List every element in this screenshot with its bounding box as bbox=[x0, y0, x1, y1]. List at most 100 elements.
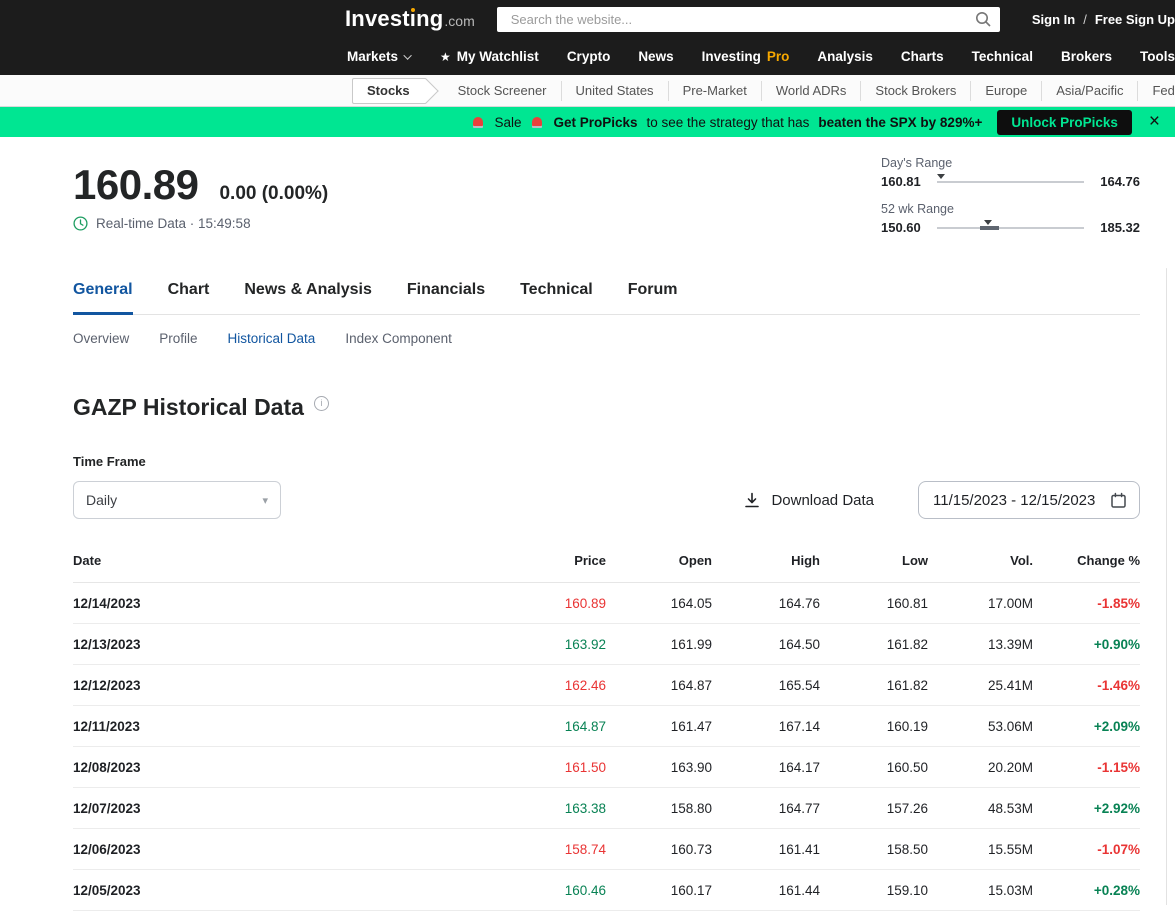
subnav-item-asia-pacific[interactable]: Asia/Pacific bbox=[1041, 81, 1137, 101]
nav-item-news[interactable]: News bbox=[624, 49, 687, 64]
cell-high: 167.14 bbox=[712, 719, 820, 734]
cell-chgp: -1.85% bbox=[1033, 596, 1140, 611]
column-header-price: Price bbox=[496, 553, 606, 568]
nav-item-label: News bbox=[638, 49, 673, 64]
cell-open: 161.99 bbox=[606, 637, 712, 652]
unlock-propicks-button[interactable]: Unlock ProPicks bbox=[997, 110, 1132, 135]
site-header: Investıng .com Sign In / Free Sign Up Ma… bbox=[0, 0, 1175, 75]
siren-icon bbox=[532, 117, 542, 126]
sign-in-link[interactable]: Sign In bbox=[1032, 12, 1075, 27]
tab-chart[interactable]: Chart bbox=[168, 281, 210, 315]
banner-bold-text: Get ProPicks bbox=[553, 115, 637, 130]
subtab-index-component[interactable]: Index Component bbox=[345, 331, 452, 346]
table-row: 12/13/2023163.92161.99164.50161.8213.39M… bbox=[73, 624, 1140, 665]
info-icon[interactable]: i bbox=[314, 396, 329, 411]
nav-item-label: Crypto bbox=[567, 49, 611, 64]
nav-item-label: Brokers bbox=[1061, 49, 1112, 64]
subnav-item-pre-market[interactable]: Pre-Market bbox=[668, 81, 761, 101]
days-range-label: Day's Range bbox=[881, 156, 1140, 170]
tab-forum[interactable]: Forum bbox=[628, 281, 678, 315]
cell-low: 160.50 bbox=[820, 760, 928, 775]
wk52-range-row: 150.60 185.32 bbox=[881, 220, 1140, 235]
subnav-item-fed-rate-monitor-tool[interactable]: Fed Rate Monitor Tool bbox=[1137, 81, 1175, 101]
cell-vol: 17.00M bbox=[928, 596, 1033, 611]
nav-item-crypto[interactable]: Crypto bbox=[553, 49, 625, 64]
download-data-button[interactable]: Download Data bbox=[744, 492, 874, 509]
site-search[interactable] bbox=[497, 7, 1000, 32]
cell-date: 12/12/2023 bbox=[73, 678, 496, 693]
time-frame-select[interactable]: Daily ▾ bbox=[73, 481, 281, 519]
column-header-open: Open bbox=[606, 553, 712, 568]
tab-technical[interactable]: Technical bbox=[520, 281, 593, 315]
nav-item-brokers[interactable]: Brokers bbox=[1047, 49, 1126, 64]
time-frame-value: Daily bbox=[86, 492, 117, 508]
tab-financials[interactable]: Financials bbox=[407, 281, 485, 315]
cell-low: 161.82 bbox=[820, 637, 928, 652]
historical-data-table: DatePriceOpenHighLowVol.Change % 12/14/2… bbox=[73, 553, 1140, 911]
days-range-bar bbox=[937, 181, 1084, 183]
page-title: GAZP Historical Data bbox=[73, 394, 304, 421]
cell-price: 160.89 bbox=[496, 596, 606, 611]
cell-date: 12/06/2023 bbox=[73, 842, 496, 857]
banner-close-icon[interactable]: × bbox=[1141, 111, 1168, 133]
section-title-row: GAZP Historical Data i bbox=[73, 394, 1140, 421]
search-icon[interactable] bbox=[975, 11, 992, 28]
cell-price: 158.74 bbox=[496, 842, 606, 857]
cell-high: 161.44 bbox=[712, 883, 820, 898]
subnav-item-united-states[interactable]: United States bbox=[561, 81, 668, 101]
cell-high: 164.17 bbox=[712, 760, 820, 775]
nav-item-investingpro[interactable]: InvestingPro bbox=[688, 49, 804, 64]
tab-general[interactable]: General bbox=[73, 281, 133, 315]
nav-item-my-watchlist[interactable]: ★My Watchlist bbox=[426, 49, 553, 64]
wk52-range-high: 185.32 bbox=[1093, 220, 1140, 235]
free-sign-up-link[interactable]: Free Sign Up bbox=[1095, 12, 1175, 27]
last-price: 160.89 bbox=[73, 163, 198, 207]
cell-vol: 15.55M bbox=[928, 842, 1033, 857]
cell-date: 12/05/2023 bbox=[73, 883, 496, 898]
nav-brand-text: Investing bbox=[702, 49, 761, 64]
table-row: 12/12/2023162.46164.87165.54161.8225.41M… bbox=[73, 665, 1140, 706]
subtab-profile[interactable]: Profile bbox=[159, 331, 197, 346]
subnav-item-world-adrs[interactable]: World ADRs bbox=[761, 81, 861, 101]
subnav-item-stock-brokers[interactable]: Stock Brokers bbox=[860, 81, 970, 101]
cell-price: 163.38 bbox=[496, 801, 606, 816]
nav-item-charts[interactable]: Charts bbox=[887, 49, 958, 64]
cell-chgp: -1.15% bbox=[1033, 760, 1140, 775]
nav-item-tools[interactable]: Tools bbox=[1126, 49, 1175, 64]
date-range-picker[interactable]: 11/15/2023 - 12/15/2023 bbox=[918, 481, 1140, 519]
header-top-row: Investıng .com Sign In / Free Sign Up bbox=[0, 0, 1175, 38]
site-logo[interactable]: Investıng .com bbox=[345, 6, 475, 32]
column-header-low: Low bbox=[820, 553, 928, 568]
cell-open: 163.90 bbox=[606, 760, 712, 775]
tab-news-analysis[interactable]: News & Analysis bbox=[244, 281, 371, 315]
subnav-item-europe[interactable]: Europe bbox=[970, 81, 1041, 101]
right-controls: Download Data 11/15/2023 - 12/15/2023 bbox=[744, 481, 1140, 519]
search-input[interactable] bbox=[509, 11, 975, 28]
cell-low: 160.19 bbox=[820, 719, 928, 734]
cell-date: 12/07/2023 bbox=[73, 801, 496, 816]
subtab-historical-data[interactable]: Historical Data bbox=[228, 331, 316, 346]
ranges-panel: Day's Range 160.81 164.76 52 wk Range 15… bbox=[881, 156, 1140, 248]
nav-item-label: My Watchlist bbox=[457, 49, 539, 64]
subnav-item-stocks[interactable]: Stocks bbox=[352, 78, 426, 104]
cell-price: 162.46 bbox=[496, 678, 606, 693]
nav-item-markets[interactable]: Markets bbox=[333, 49, 426, 64]
logo-suffix: .com bbox=[444, 13, 474, 29]
banner-bold-text-2: beaten the SPX by 829%+ bbox=[818, 115, 982, 130]
column-header-vol: Vol. bbox=[928, 553, 1033, 568]
calendar-icon bbox=[1110, 492, 1127, 509]
cell-low: 161.82 bbox=[820, 678, 928, 693]
cell-high: 164.50 bbox=[712, 637, 820, 652]
time-frame-label: Time Frame bbox=[73, 454, 1140, 469]
cell-date: 12/08/2023 bbox=[73, 760, 496, 775]
wk52-range-label: 52 wk Range bbox=[881, 202, 1140, 216]
subtab-overview[interactable]: Overview bbox=[73, 331, 129, 346]
sale-label: Sale bbox=[494, 115, 521, 130]
subnav-item-stock-screener[interactable]: Stock Screener bbox=[444, 81, 561, 101]
auth-links: Sign In / Free Sign Up bbox=[1032, 12, 1175, 27]
nav-item-analysis[interactable]: Analysis bbox=[803, 49, 887, 64]
column-header-high: High bbox=[712, 553, 820, 568]
logo-text: Investıng bbox=[345, 6, 443, 32]
nav-item-technical[interactable]: Technical bbox=[958, 49, 1047, 64]
cell-price: 164.87 bbox=[496, 719, 606, 734]
